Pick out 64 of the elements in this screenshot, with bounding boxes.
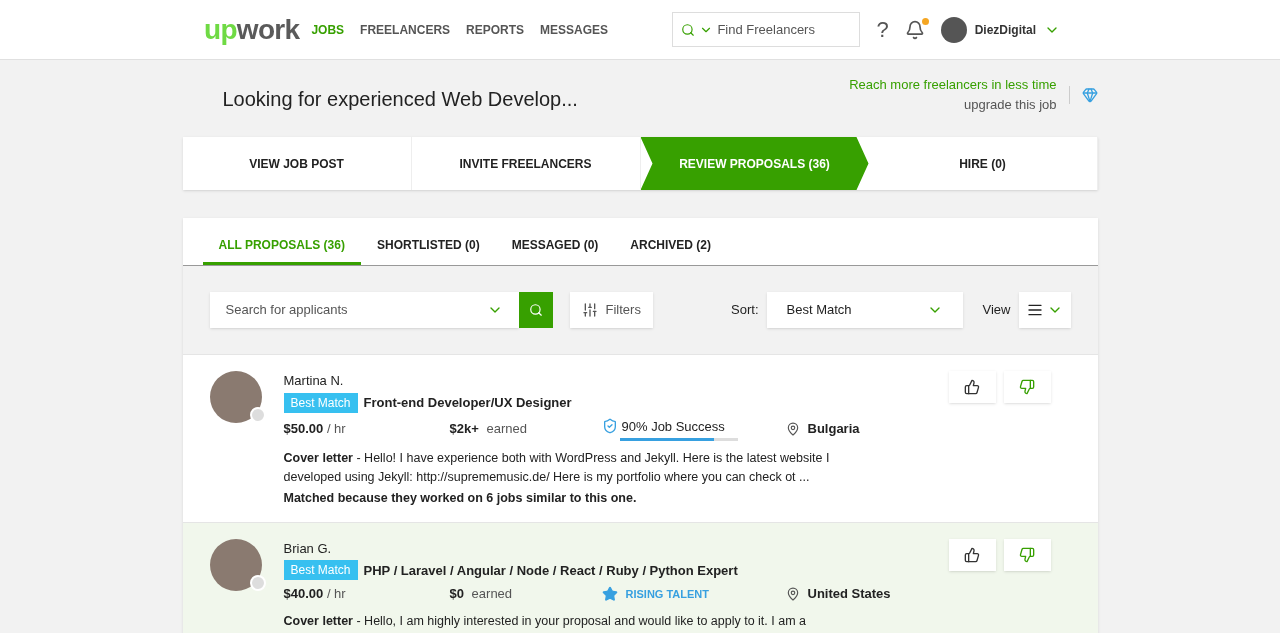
nav-link[interactable]: FREELANCERS (360, 20, 451, 39)
applicant-search-field[interactable]: Search for applicants (209, 292, 519, 328)
freelancer-title: Front-end Developer/UX Designer (363, 393, 572, 412)
cover-letter: Cover letter - Hello, I am highly interested in your proposal and would like to apply to it. I am a (283, 612, 807, 630)
search-field[interactable]: Find Freelancers (672, 12, 861, 47)
dislike-button[interactable] (1003, 371, 1051, 403)
like-button[interactable] (948, 538, 996, 571)
freelancer-title: PHP / Laravel / Angular / Node / React / Ruby / Python Expert (363, 561, 738, 580)
view-dropdown[interactable] (1018, 292, 1071, 328)
rising-talent-label: RISING TALENT (625, 586, 709, 602)
location: Bulgaria (807, 420, 860, 438)
thumbs-up-icon (964, 379, 980, 395)
proposal-row[interactable] (182, 521, 1098, 633)
help-button[interactable]: ? (876, 13, 889, 46)
step-tab[interactable]: HIRE (0) (868, 137, 1098, 190)
freelancer-name[interactable]: Brian G. (283, 538, 949, 559)
view-label: View (982, 301, 1011, 320)
hourly-rate: $50.00 / hr (283, 421, 346, 436)
earned-amount: $2k+ earned (449, 421, 527, 436)
proposal-row[interactable] (182, 354, 1098, 522)
list-icon (1026, 302, 1043, 318)
job-success-text: 90% Job Success (621, 417, 725, 436)
avatar-placeholder (209, 371, 262, 423)
promo-text: Reach more freelancers in less time (849, 76, 1057, 94)
earned-amount: $0 earned (449, 586, 513, 602)
step-tab[interactable]: VIEW JOB POST (182, 137, 412, 190)
logo[interactable]: upwork (204, 8, 300, 51)
best-match-badge: Best Match (283, 392, 358, 413)
user-name[interactable]: DiezDigital (974, 20, 1036, 39)
upgrade-link[interactable]: upgrade this job (964, 94, 1057, 114)
location-icon (785, 587, 800, 601)
match-reason: Matched because they worked on 6 jobs similar to this one. (283, 490, 638, 507)
search-placeholder: Find Freelancers (717, 20, 815, 39)
shield-icon (601, 418, 618, 435)
diamond-icon (1081, 86, 1098, 103)
thumbs-up-icon (964, 546, 980, 563)
dislike-button[interactable] (1003, 538, 1051, 571)
cover-letter: Cover letter - Hello! I have experience both with WordPress and Jekyll. Here is the latest website I developed using Jekyll: http://suprememusic.de/ Here is my portfolio where you can check ot ... (283, 450, 831, 486)
search-icon (528, 303, 543, 317)
location: United States (807, 585, 891, 604)
notification-icon[interactable] (904, 19, 925, 40)
sliders-icon (581, 302, 598, 318)
search-button[interactable] (518, 292, 553, 328)
sort-label: Sort: (731, 301, 759, 320)
freelancer-name[interactable]: Martina N. (283, 371, 949, 391)
sort-dropdown[interactable]: Best Match (766, 292, 963, 328)
proposal-tab[interactable]: MESSAGED (0) (495, 236, 615, 265)
best-match-badge: Best Match (283, 560, 358, 581)
avatar-icon[interactable] (940, 16, 967, 43)
location-icon (785, 421, 800, 436)
filters-button[interactable]: Filters (569, 292, 653, 328)
search-icon (681, 22, 696, 37)
hourly-rate: $40.00 / hr (283, 586, 346, 602)
search-placeholder: Search for applicants (225, 301, 348, 320)
proposal-tab[interactable]: SHORTLISTED (0) (360, 236, 496, 265)
star-badge-icon (601, 586, 618, 602)
job-title: Looking for experienced Web Develop... (222, 86, 578, 112)
thumbs-down-icon (1019, 546, 1035, 563)
proposal-tab[interactable]: ARCHIVED (2) (614, 236, 727, 265)
like-button[interactable] (948, 371, 996, 403)
thumbs-down-icon (1019, 379, 1035, 395)
nav-link[interactable]: REPORTS (466, 20, 525, 39)
nav-link[interactable]: MESSAGES (540, 20, 609, 39)
step-tab[interactable]: INVITE FREELANCERS (411, 137, 641, 190)
